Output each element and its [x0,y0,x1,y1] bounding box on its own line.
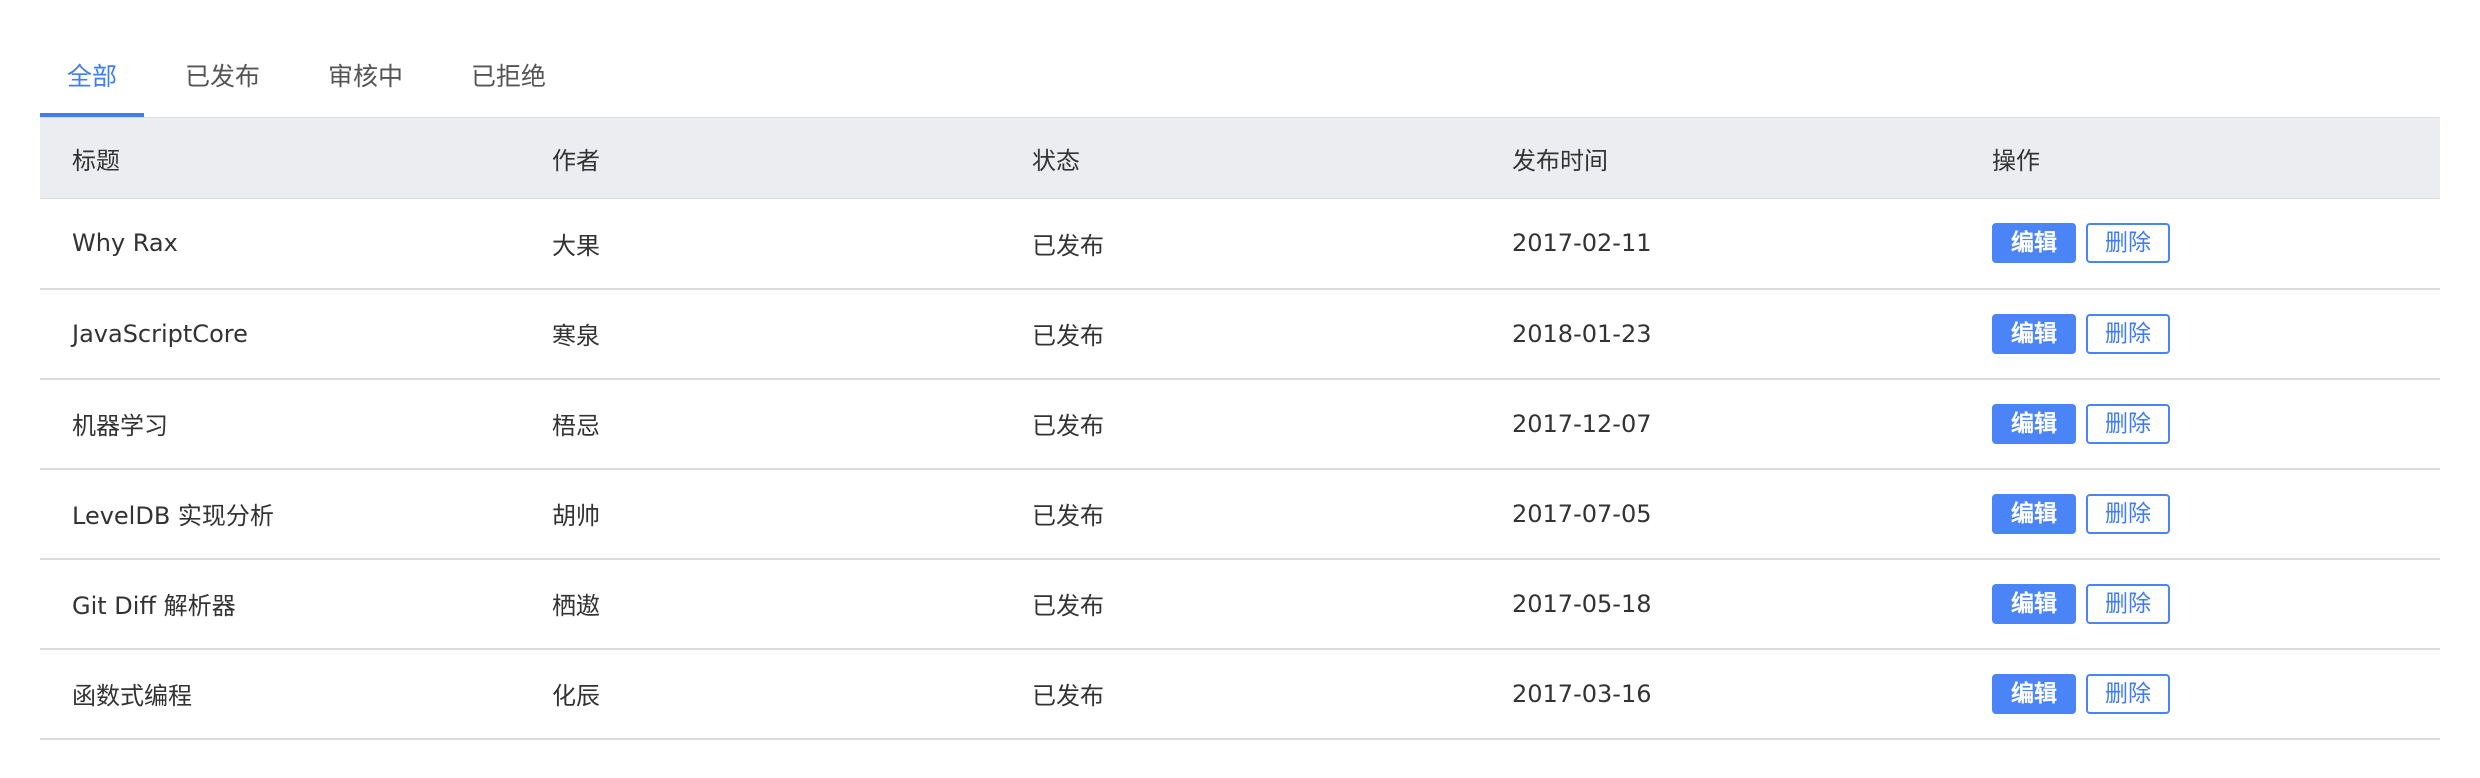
cell-status: 已发布 [1032,682,1104,710]
cell-status: 已发布 [1032,592,1104,620]
cell-date: 2017-02-11 [1512,229,1652,258]
cell-actions: 编辑 删除 [1960,379,2440,469]
cell-title: Why Rax [72,229,178,258]
edit-button[interactable]: 编辑 [1992,493,2076,534]
cell-title: JavaScriptCore [72,319,248,348]
cell-actions: 编辑 删除 [1960,469,2440,559]
cell-actions: 编辑 删除 [1960,559,2440,649]
cell-date: 2017-05-18 [1512,589,1652,618]
cell-author: 胡帅 [552,502,600,530]
tab-published[interactable]: 已发布 [158,40,287,117]
table-row: JavaScriptCore 寒泉 已发布 2018-01-23 编辑 删除 [40,289,2440,379]
cell-actions: 编辑 删除 [1960,289,2440,379]
article-list-panel: 全部 已发布 审核中 已拒绝 标题 作者 状态 发布时间 操作 Why Rax … [40,40,2440,740]
tab-reviewing[interactable]: 审核中 [301,40,430,117]
status-tabs: 全部 已发布 审核中 已拒绝 [40,40,2440,117]
tab-all[interactable]: 全部 [40,40,145,117]
header-date: 发布时间 [1480,117,1960,199]
cell-status: 已发布 [1032,231,1104,260]
cell-title: 函数式编程 [72,682,192,710]
cell-status: 已发布 [1032,412,1104,440]
edit-button[interactable]: 编辑 [1992,583,2076,624]
article-table: 标题 作者 状态 发布时间 操作 Why Rax 大果 已发布 2017-02-… [40,117,2440,740]
table-body: Why Rax 大果 已发布 2017-02-11 编辑 删除 JavaScrip… [40,199,2440,739]
cell-actions: 编辑 删除 [1960,199,2440,289]
cell-title: 机器学习 [72,412,168,440]
header-row: 标题 作者 状态 发布时间 操作 [40,117,2440,199]
table-row: 机器学习 梧忌 已发布 2017-12-07 编辑 删除 [40,379,2440,469]
delete-button[interactable]: 删除 [2086,403,2170,444]
table-row: LevelDB 实现分析 胡帅 已发布 2017-07-05 编辑 删除 [40,469,2440,559]
delete-button[interactable]: 删除 [2086,673,2170,714]
cell-date: 2017-03-16 [1512,679,1652,708]
cell-author: 梧忌 [552,412,600,440]
cell-date: 2017-12-07 [1512,409,1652,438]
header-actions: 操作 [1960,117,2440,199]
delete-button[interactable]: 删除 [2086,313,2170,354]
delete-button[interactable]: 删除 [2086,493,2170,534]
table-row: Why Rax 大果 已发布 2017-02-11 编辑 删除 [40,199,2440,289]
delete-button[interactable]: 删除 [2086,583,2170,624]
header-author: 作者 [520,117,1000,199]
table-row: Git Diff 解析器 栖遨 已发布 2017-05-18 编辑 删除 [40,559,2440,649]
cell-title: Git Diff 解析器 [72,592,236,620]
delete-button[interactable]: 删除 [2086,223,2170,264]
edit-button[interactable]: 编辑 [1992,223,2076,264]
cell-actions: 编辑 删除 [1960,649,2440,739]
edit-button[interactable]: 编辑 [1992,673,2076,714]
cell-author: 大果 [552,231,600,260]
cell-author: 寒泉 [552,322,600,350]
cell-status: 已发布 [1032,322,1104,350]
cell-date: 2017-07-05 [1512,499,1652,528]
cell-date: 2018-01-23 [1512,319,1652,348]
cell-status: 已发布 [1032,502,1104,530]
cell-author: 化辰 [552,682,600,710]
cell-author: 栖遨 [552,592,600,620]
header-title: 标题 [40,117,520,199]
table-header: 标题 作者 状态 发布时间 操作 [40,117,2440,199]
edit-button[interactable]: 编辑 [1992,403,2076,444]
tab-rejected[interactable]: 已拒绝 [444,40,573,117]
cell-title: LevelDB 实现分析 [72,502,274,530]
table-row: 函数式编程 化辰 已发布 2017-03-16 编辑 删除 [40,649,2440,739]
header-status: 状态 [1000,117,1480,199]
edit-button[interactable]: 编辑 [1992,313,2076,354]
